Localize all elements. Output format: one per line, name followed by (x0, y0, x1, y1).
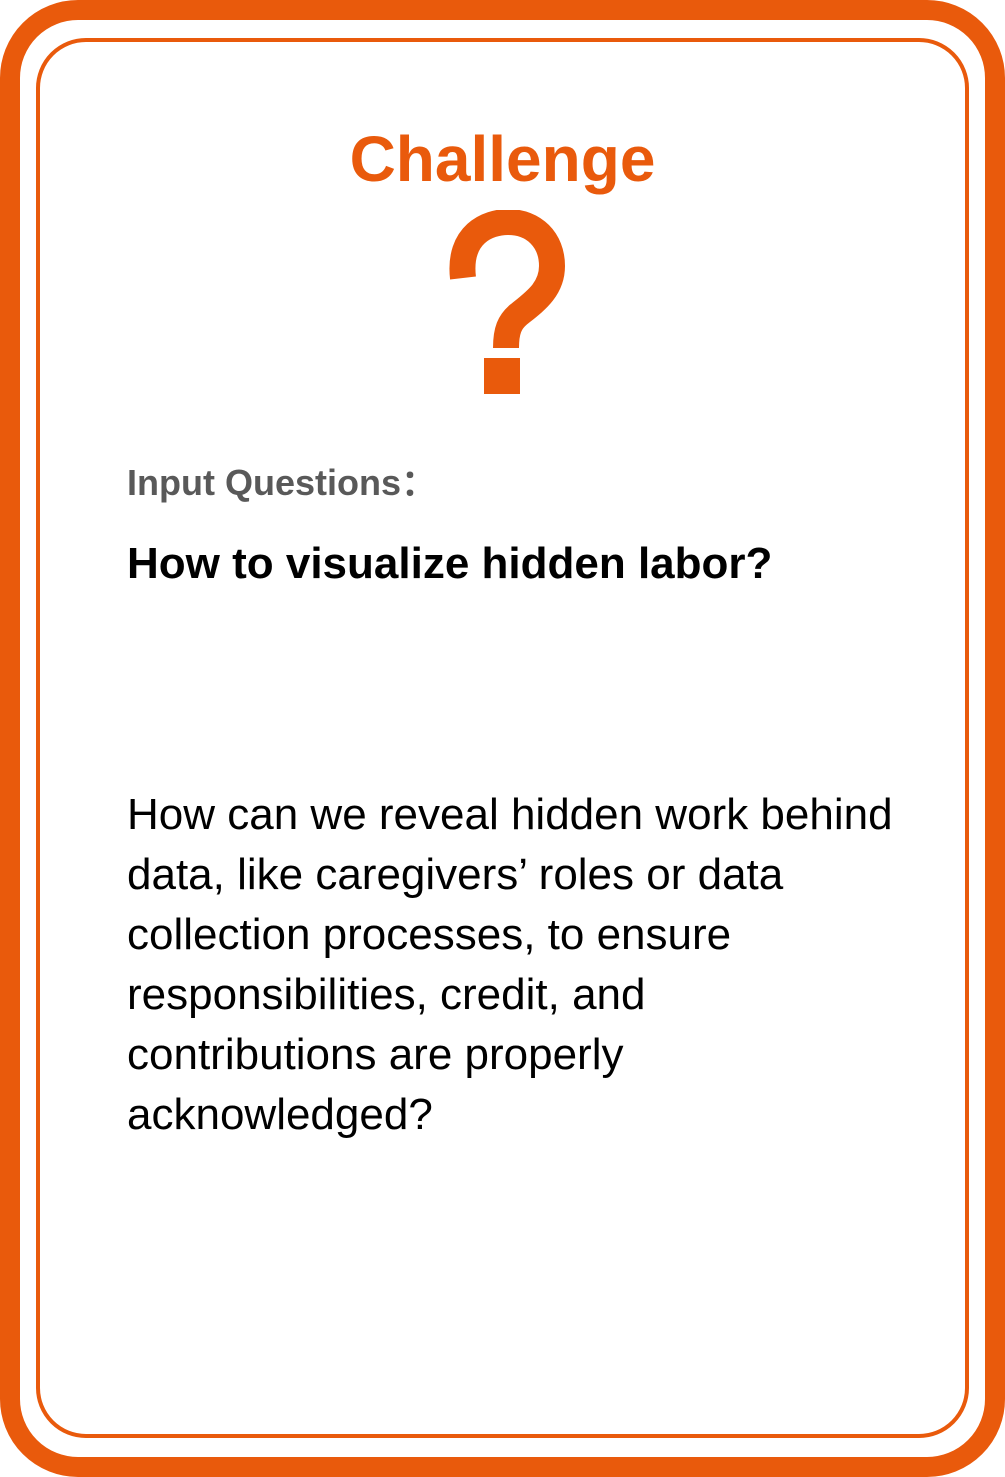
question-mark-icon (449, 210, 565, 394)
question-description: How can we reveal hidden work behind dat… (127, 790, 893, 1139)
card-title: Challenge (349, 123, 656, 195)
question-title: How to visualize hidden labor? (127, 539, 773, 588)
input-questions-label: Input Questions： (127, 462, 437, 503)
